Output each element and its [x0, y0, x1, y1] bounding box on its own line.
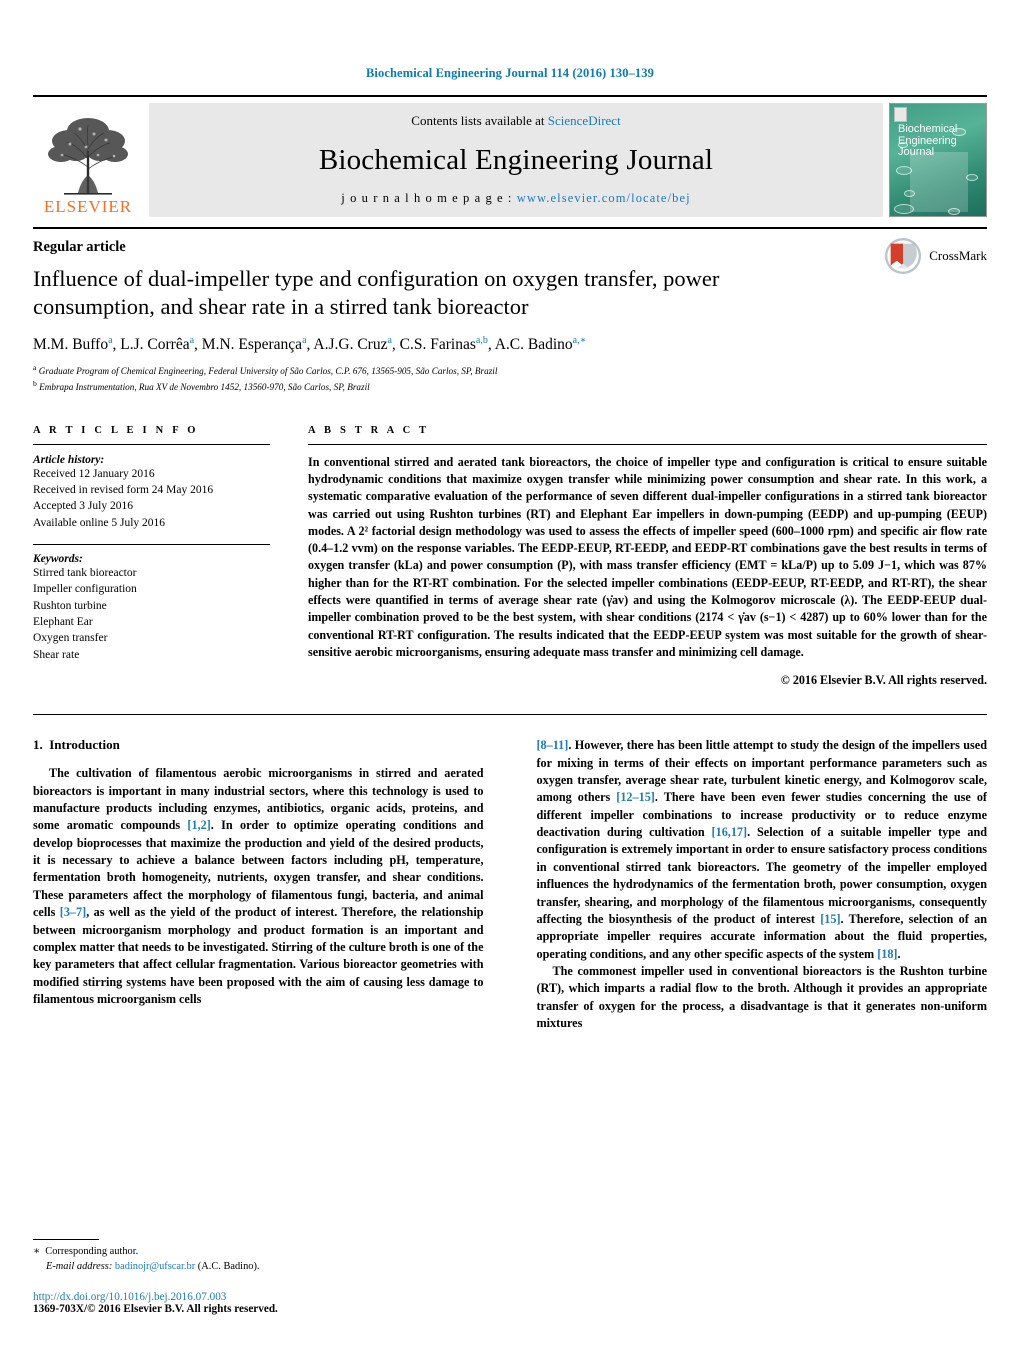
abstract-rule [308, 443, 987, 445]
abstract-body: In conventional stirred and aerated tank… [308, 454, 987, 661]
journal-cover-thumbnail[interactable]: Biochemical Engineering Journal [889, 103, 987, 217]
contents-prefix: Contents lists available at [411, 113, 548, 128]
abstract-column: A B S T R A C T In conventional stirred … [308, 425, 987, 688]
crossmark-label: CrossMark [929, 248, 987, 263]
body-divider [33, 714, 987, 716]
article-info-rule [33, 443, 270, 445]
journal-homepage-line: j o u r n a l h o m e p a g e : www.else… [341, 191, 690, 206]
email-label: E-mail address: [46, 1261, 113, 1273]
citation-ref[interactable]: [12–15] [616, 790, 655, 804]
page-title: Influence of dual-impeller type and conf… [33, 266, 720, 319]
affiliation-a: a Graduate Program of Chemical Engineeri… [33, 362, 498, 376]
citation-ref[interactable]: [15] [820, 912, 840, 926]
citation-ref[interactable]: [3–7] [60, 905, 86, 919]
history-item: Received in revised form 24 May 2016 [33, 484, 214, 497]
elsevier-tree-icon [48, 118, 128, 195]
keyword-item: Shear rate [33, 648, 80, 661]
section-title: Introduction [49, 737, 120, 753]
history-item: Received 12 January 2016 [33, 467, 155, 480]
elsevier-wordmark: ELSEVIER [43, 197, 133, 216]
citation-ref[interactable]: [16,17] [712, 825, 748, 839]
doi-block: http://dx.doi.org/10.1016/j.bej.2016.07.… [33, 1291, 468, 1315]
history-item: Available online 5 July 2016 [33, 516, 166, 529]
article-info-heading: A R T I C L E I N F O [33, 424, 199, 436]
keywords-rule [33, 544, 270, 546]
corresponding-author-line: ∗ Corresponding author. [33, 1245, 468, 1260]
journal-title: Biochemical Engineering Journal [318, 143, 714, 176]
intro-paragraph-1-left: The cultivation of filamentous aerobic m… [33, 766, 484, 1006]
title-block: CrossMark Regular article Influence of d… [33, 229, 987, 395]
keyword-item: Impeller configuration [33, 583, 137, 596]
keywords-label: Keywords: [33, 553, 83, 566]
keyword-item: Rushton turbine [33, 599, 107, 612]
affiliation-a-text: Graduate Program of Chemical Engineering… [38, 366, 498, 376]
abstract-copyright: © 2016 Elsevier B.V. All rights reserved… [780, 673, 987, 688]
intro-paragraph-1-right: [8–11]. However, there has been little a… [536, 738, 988, 961]
journal-masthead: ELSEVIER Contents lists available at Sci… [33, 95, 987, 217]
body-column-left: 1. Introduction The cultivation of filam… [33, 737, 484, 1032]
footnote-rule [33, 1239, 99, 1241]
abstract-heading: A B S T R A C T [308, 424, 430, 436]
cover-badge-icon [894, 107, 907, 122]
keyword-item: Oxygen transfer [33, 632, 108, 645]
citation-ref[interactable]: [18] [877, 947, 897, 961]
corresponding-label: Corresponding author. [45, 1246, 139, 1258]
homepage-prefix: j o u r n a l h o m e p a g e : [341, 191, 517, 205]
body-column-right: [8–11]. However, there has been little a… [537, 737, 988, 1032]
crossmark-icon [885, 237, 922, 275]
email-owner: (A.C. Badino). [195, 1261, 260, 1273]
intro-paragraph-2: The commonest impeller used in conventio… [536, 964, 988, 1031]
affiliation-b-text: Embrapa Instrumentation, Rua XV de Novem… [39, 382, 370, 393]
running-head: Biochemical Engineering Journal 114 (201… [366, 66, 654, 80]
keyword-item: Stirred tank bioreactor [33, 567, 137, 580]
affiliation-b: b Embrapa Instrumentation, Rua XV de Nov… [33, 379, 370, 393]
history-item: Accepted 3 July 2016 [33, 500, 133, 513]
elsevier-logo: ELSEVIER [33, 103, 143, 217]
article-type-label: Regular article [33, 239, 126, 255]
keyword-item: Elephant Ear [33, 616, 93, 629]
author-list: M.M. Buffoa, L.J. Corrêaa, M.N. Esperanç… [33, 334, 587, 353]
abstract-text: In conventional stirred and aerated tank… [308, 454, 987, 659]
keywords-block: Keywords: Stirred tank bioreactor Impell… [33, 553, 270, 663]
section-heading-introduction: 1. Introduction [33, 737, 484, 753]
footnote-area: ∗ Corresponding author. E-mail address: … [33, 1239, 468, 1315]
journal-band: Contents lists available at ScienceDirec… [149, 103, 883, 217]
cover-inner-square [910, 152, 968, 212]
homepage-url-link[interactable]: www.elsevier.com/locate/bej [517, 191, 691, 205]
contents-available-line: Contents lists available at ScienceDirec… [411, 113, 620, 129]
article-history-label: Article history: [33, 453, 105, 466]
doi-link[interactable]: http://dx.doi.org/10.1016/j.bej.2016.07.… [33, 1291, 468, 1303]
citation-ref[interactable]: [8–11] [537, 738, 569, 752]
email-link[interactable]: badinojr@ufscar.br [115, 1261, 195, 1272]
sciencedirect-link[interactable]: ScienceDirect [548, 113, 621, 128]
email-line: E-mail address: badinojr@ufscar.br (A.C.… [33, 1260, 468, 1275]
info-abstract-row: A R T I C L E I N F O Article history: R… [33, 425, 987, 688]
citation-ref[interactable]: [1,2] [187, 818, 210, 832]
corresponding-marker: ∗ [33, 1246, 41, 1258]
issn-copyright-line: 1369-703X/© 2016 Elsevier B.V. All right… [33, 1303, 278, 1315]
cover-title-line-1: Biochemical [898, 123, 958, 135]
body-columns: 1. Introduction The cultivation of filam… [33, 737, 987, 1032]
article-info-column: A R T I C L E I N F O Article history: R… [33, 425, 270, 688]
paper-page: Biochemical Engineering Journal 114 (201… [0, 0, 1020, 1351]
section-number: 1. [33, 737, 43, 753]
crossmark-badge[interactable]: CrossMark [884, 237, 987, 275]
